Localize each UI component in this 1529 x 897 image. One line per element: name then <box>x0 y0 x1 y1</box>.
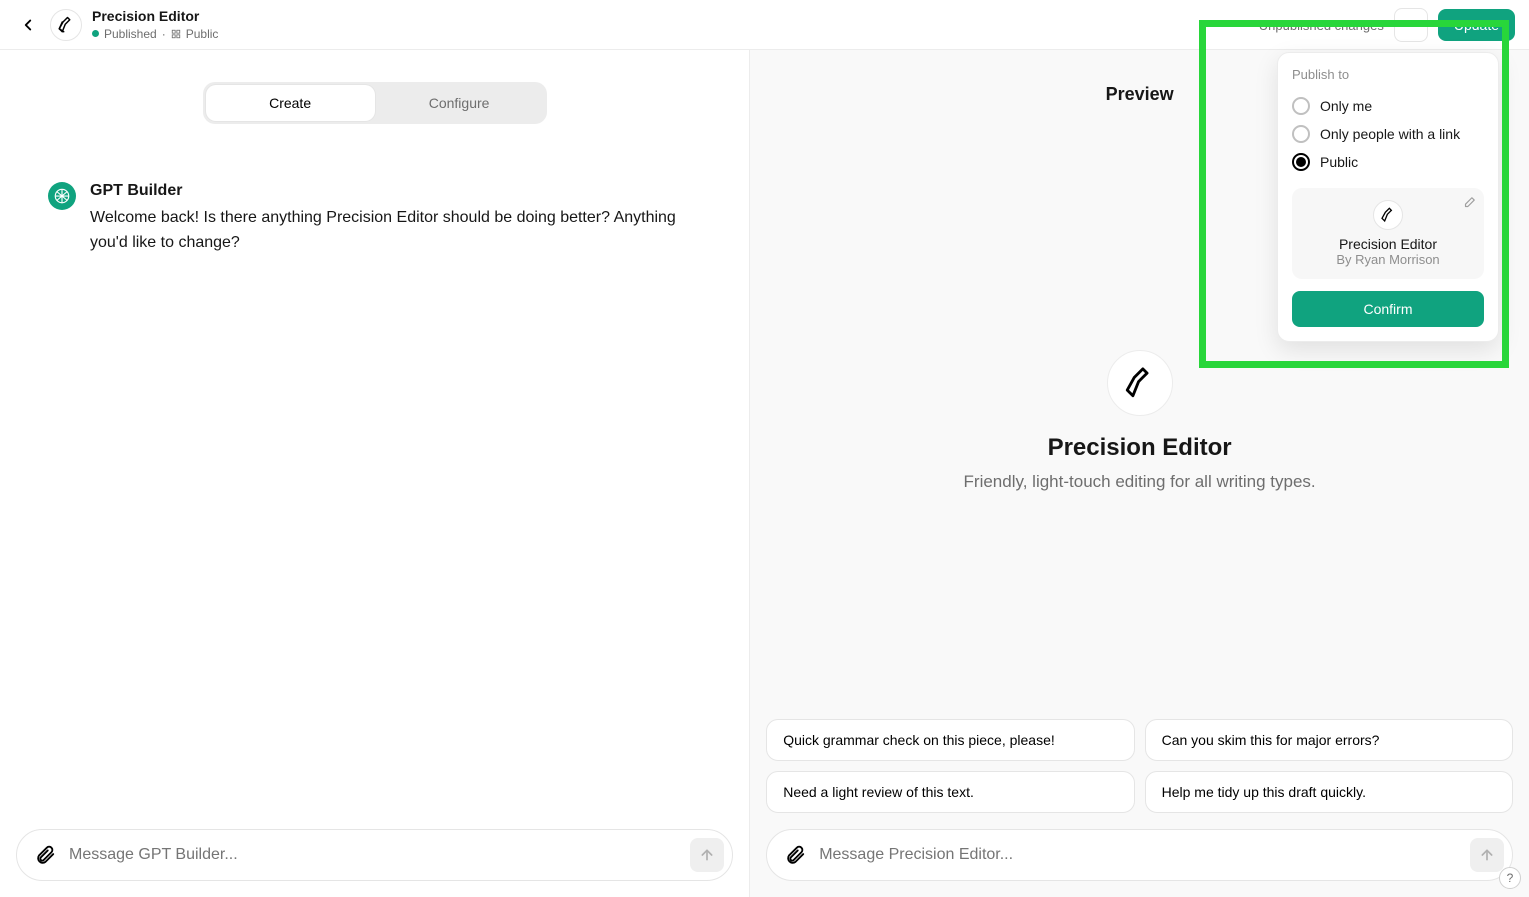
confirm-button[interactable]: Confirm <box>1292 291 1484 327</box>
radio-icon <box>1292 153 1310 171</box>
more-button[interactable] <box>1394 8 1428 42</box>
app-avatar <box>50 9 82 41</box>
builder-text: Welcome back! Is there anything Precisio… <box>90 206 701 256</box>
suggestion-1[interactable]: Quick grammar check on this piece, pleas… <box>766 719 1134 761</box>
builder-message: GPT Builder Welcome back! Is there anyth… <box>48 182 701 256</box>
builder-input-field[interactable] <box>59 846 690 864</box>
app-title: Precision Editor <box>92 8 218 25</box>
card-avatar <box>1373 200 1403 230</box>
publish-title: Publish to <box>1292 67 1484 82</box>
status-published: Published <box>104 27 157 41</box>
paperclip-icon <box>34 844 56 866</box>
tabs: Create Configure <box>203 82 547 124</box>
builder-name: GPT Builder <box>90 182 701 200</box>
more-horizontal-icon <box>1402 16 1420 34</box>
unpublished-label: Unpublished changes <box>1259 18 1384 33</box>
tab-configure[interactable]: Configure <box>375 85 544 121</box>
builder-avatar <box>48 182 76 210</box>
back-button[interactable] <box>14 11 42 39</box>
builder-send-button[interactable] <box>690 838 724 872</box>
paperclip-icon <box>784 844 806 866</box>
publish-preview-card: Precision Editor By Ryan Morrison <box>1292 188 1484 279</box>
publish-option-link[interactable]: Only people with a link <box>1292 120 1484 148</box>
status-dot-icon <box>92 30 99 37</box>
suggestion-grid: Quick grammar check on this piece, pleas… <box>766 719 1513 813</box>
publish-option-only-me[interactable]: Only me <box>1292 92 1484 120</box>
help-button[interactable]: ? <box>1499 867 1521 889</box>
visibility-label: Public <box>186 27 219 41</box>
preview-avatar <box>1107 350 1173 416</box>
publish-popover: Publish to Only me Only people with a li… <box>1277 52 1499 342</box>
openai-icon <box>53 187 71 205</box>
header-bar: Precision Editor Published · Public Unpu… <box>0 0 1529 50</box>
suggestion-2[interactable]: Can you skim this for major errors? <box>1145 719 1513 761</box>
preview-attach-button[interactable] <box>781 841 809 869</box>
suggestion-3[interactable]: Need a light review of this text. <box>766 771 1134 813</box>
builder-input[interactable] <box>16 829 733 881</box>
edit-card-button[interactable] <box>1462 196 1476 210</box>
radio-icon <box>1292 97 1310 115</box>
chevron-left-icon <box>19 16 37 34</box>
left-pane: Create Configure GPT Builder Welcome bac… <box>0 50 749 897</box>
publish-option-public[interactable]: Public <box>1292 148 1484 176</box>
preview-input-field[interactable] <box>809 846 1470 864</box>
pencil-icon <box>1462 196 1476 210</box>
tab-create[interactable]: Create <box>206 85 375 121</box>
attach-button[interactable] <box>31 841 59 869</box>
arrow-up-icon <box>1479 847 1495 863</box>
card-gpt-name: Precision Editor <box>1302 236 1474 252</box>
card-author: By Ryan Morrison <box>1302 252 1474 267</box>
radio-icon <box>1292 125 1310 143</box>
preview-send-button[interactable] <box>1470 838 1504 872</box>
preview-gpt-name: Precision Editor <box>1048 434 1232 462</box>
app-title-block: Precision Editor Published · Public <box>92 8 218 41</box>
pencil-check-icon <box>1123 366 1157 400</box>
pencil-check-icon <box>1380 207 1396 223</box>
preview-input[interactable] <box>766 829 1513 881</box>
preview-gpt-desc: Friendly, light-touch editing for all wr… <box>964 472 1316 492</box>
pencil-check-icon <box>57 16 75 34</box>
update-button[interactable]: Update <box>1438 9 1515 41</box>
grid-icon <box>171 29 181 39</box>
suggestion-4[interactable]: Help me tidy up this draft quickly. <box>1145 771 1513 813</box>
arrow-up-icon <box>699 847 715 863</box>
